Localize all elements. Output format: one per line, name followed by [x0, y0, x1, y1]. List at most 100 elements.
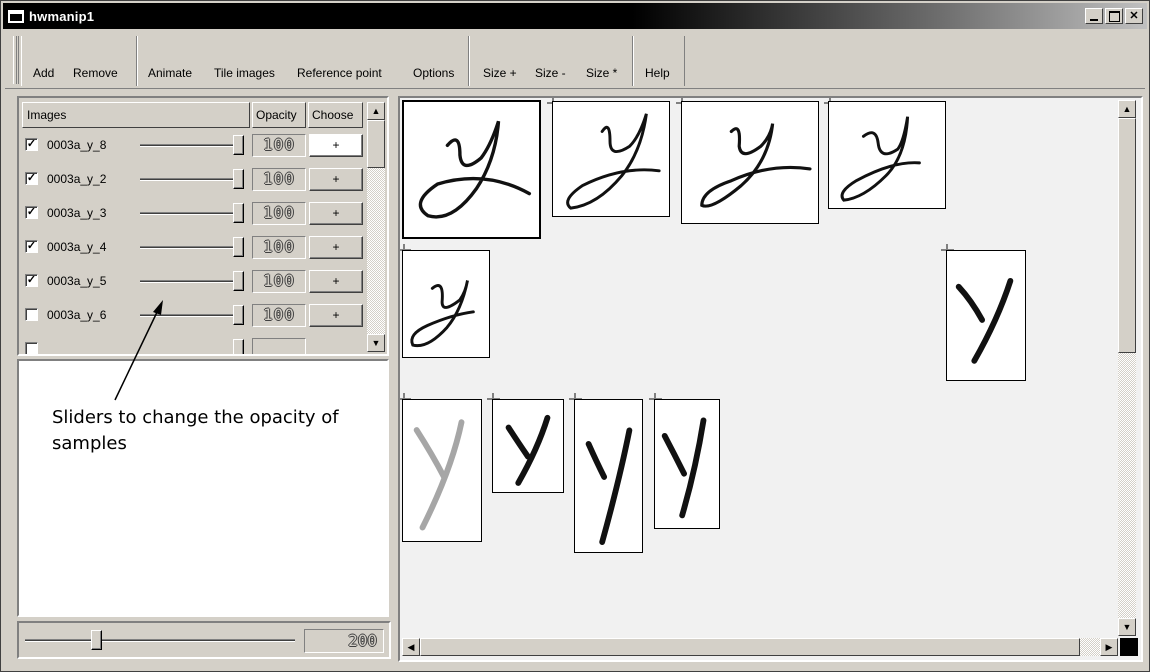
sample-thumbnail[interactable]	[828, 101, 946, 209]
toolbar-group-help: Help	[633, 36, 685, 86]
column-header-opacity[interactable]: Opacity	[252, 102, 306, 128]
list-item-partial	[23, 336, 363, 354]
choose-button[interactable]: +	[309, 236, 363, 259]
animate-button[interactable]: Animate	[148, 66, 192, 80]
sample-thumbnail[interactable]	[552, 101, 670, 217]
opacity-slider-thumb[interactable]	[233, 203, 244, 223]
handwritten-y-image	[566, 113, 661, 210]
sample-thumbnail[interactable]	[654, 399, 720, 529]
visibility-checkbox[interactable]: ✓	[25, 138, 38, 151]
toolbar: Add Remove Animate Tile images Reference…	[5, 32, 1145, 89]
opacity-slider-thumb[interactable]	[233, 305, 244, 325]
close-button[interactable]: ✕	[1125, 8, 1143, 24]
handwritten-y-image	[585, 427, 633, 545]
image-name: 0003a_y_4	[47, 240, 107, 254]
size-plus-button[interactable]: Size +	[483, 66, 517, 80]
visibility-checkbox[interactable]: ✓	[25, 206, 38, 219]
opacity-slider[interactable]	[140, 144, 240, 147]
opacity-value: 100	[252, 134, 306, 157]
handwritten-y-image	[505, 414, 551, 486]
sample-thumbnail[interactable]	[402, 100, 541, 239]
scroll-up-icon[interactable]: ▲	[367, 102, 385, 120]
opacity-value	[252, 338, 306, 354]
tile-images-button[interactable]: Tile images	[214, 66, 275, 80]
remove-button[interactable]: Remove	[73, 66, 118, 80]
size-minus-button[interactable]: Size -	[535, 66, 566, 80]
size-slider-thumb[interactable]	[91, 630, 102, 650]
size-slider[interactable]	[25, 639, 295, 642]
size-star-button[interactable]: Size *	[586, 66, 617, 80]
handwritten-y-image	[410, 280, 475, 348]
column-header-images[interactable]: Images	[22, 102, 250, 128]
left-panel: Images Opacity Choose ✓ 0003a_y_8 100 + …	[17, 96, 391, 617]
visibility-checkbox[interactable]	[25, 342, 38, 354]
size-value: 200	[304, 629, 384, 653]
handwritten-y-image-faded	[413, 419, 465, 531]
handwritten-y-image	[700, 123, 812, 208]
image-list: Images Opacity Choose ✓ 0003a_y_8 100 + …	[17, 96, 389, 356]
opacity-value: 100	[252, 270, 306, 293]
visibility-checkbox[interactable]: ✓	[25, 240, 38, 253]
column-header-choose[interactable]: Choose	[308, 102, 363, 128]
sample-thumbnail[interactable]	[402, 250, 490, 358]
sample-thumbnail[interactable]	[681, 101, 819, 224]
choose-button[interactable]: +	[309, 202, 363, 225]
size-slider-panel: 200	[17, 621, 391, 659]
opacity-value: 100	[252, 168, 306, 191]
scrollbar-thumb[interactable]	[420, 638, 1080, 656]
handwritten-y-image	[418, 120, 532, 219]
list-item: ✓ 0003a_y_4 100 +	[23, 234, 363, 260]
opacity-slider-thumb[interactable]	[233, 339, 244, 354]
scrollbar-thumb[interactable]	[1118, 118, 1136, 353]
window-title: hwmanip1	[29, 8, 95, 24]
image-canvas[interactable]: ▲ ▼ ◀ ▶	[398, 96, 1143, 662]
scroll-down-icon[interactable]: ▼	[1118, 618, 1136, 636]
info-panel	[17, 359, 389, 617]
opacity-slider[interactable]	[140, 280, 240, 283]
scroll-down-icon[interactable]: ▼	[367, 334, 385, 352]
image-name: 0003a_y_6	[47, 308, 107, 322]
opacity-slider[interactable]	[140, 246, 240, 249]
options-button[interactable]: Options	[413, 66, 454, 80]
sample-thumbnail[interactable]	[574, 399, 643, 553]
choose-button[interactable]: +	[309, 168, 363, 191]
scrollbar-thumb[interactable]	[367, 120, 385, 168]
minimize-button[interactable]	[1085, 8, 1103, 24]
visibility-checkbox[interactable]	[25, 308, 38, 321]
choose-button[interactable]: +	[309, 270, 363, 293]
toolbar-group-view: Animate Tile images Reference point Opti…	[137, 36, 469, 86]
opacity-value: 100	[252, 236, 306, 259]
opacity-slider[interactable]	[140, 212, 240, 215]
visibility-checkbox[interactable]: ✓	[25, 274, 38, 287]
choose-button[interactable]: +	[309, 304, 363, 327]
opacity-slider[interactable]	[140, 314, 240, 317]
app-window-icon	[8, 9, 24, 23]
opacity-slider-thumb[interactable]	[233, 237, 244, 257]
reference-point-button[interactable]: Reference point	[297, 66, 382, 80]
canvas-horizontal-scrollbar[interactable]: ◀ ▶	[402, 638, 1118, 656]
canvas-vertical-scrollbar[interactable]: ▲ ▼	[1118, 100, 1136, 636]
sample-thumbnail[interactable]	[402, 399, 482, 542]
opacity-slider[interactable]	[140, 178, 240, 181]
choose-button[interactable]: +	[309, 134, 363, 157]
add-button[interactable]: Add	[33, 66, 54, 80]
handwritten-y-image	[661, 417, 707, 519]
opacity-value: 100	[252, 304, 306, 327]
scroll-right-icon[interactable]: ▶	[1100, 638, 1118, 656]
opacity-slider-thumb[interactable]	[233, 169, 244, 189]
scroll-up-icon[interactable]: ▲	[1118, 100, 1136, 118]
opacity-slider-thumb[interactable]	[233, 271, 244, 291]
list-vertical-scrollbar[interactable]: ▲ ▼	[367, 102, 385, 352]
sample-thumbnail[interactable]	[492, 399, 564, 493]
handwritten-y-image	[955, 277, 1014, 364]
maximize-button[interactable]	[1105, 8, 1123, 24]
title-bar[interactable]: hwmanip1 ✕	[3, 3, 1147, 29]
handwritten-y-image	[840, 116, 921, 202]
scrollbar-corner	[1120, 638, 1138, 656]
opacity-slider-thumb[interactable]	[233, 135, 244, 155]
help-button[interactable]: Help	[645, 66, 670, 80]
toolbar-grip[interactable]	[13, 36, 19, 84]
scroll-left-icon[interactable]: ◀	[402, 638, 420, 656]
sample-thumbnail[interactable]	[946, 250, 1026, 381]
visibility-checkbox[interactable]: ✓	[25, 172, 38, 185]
